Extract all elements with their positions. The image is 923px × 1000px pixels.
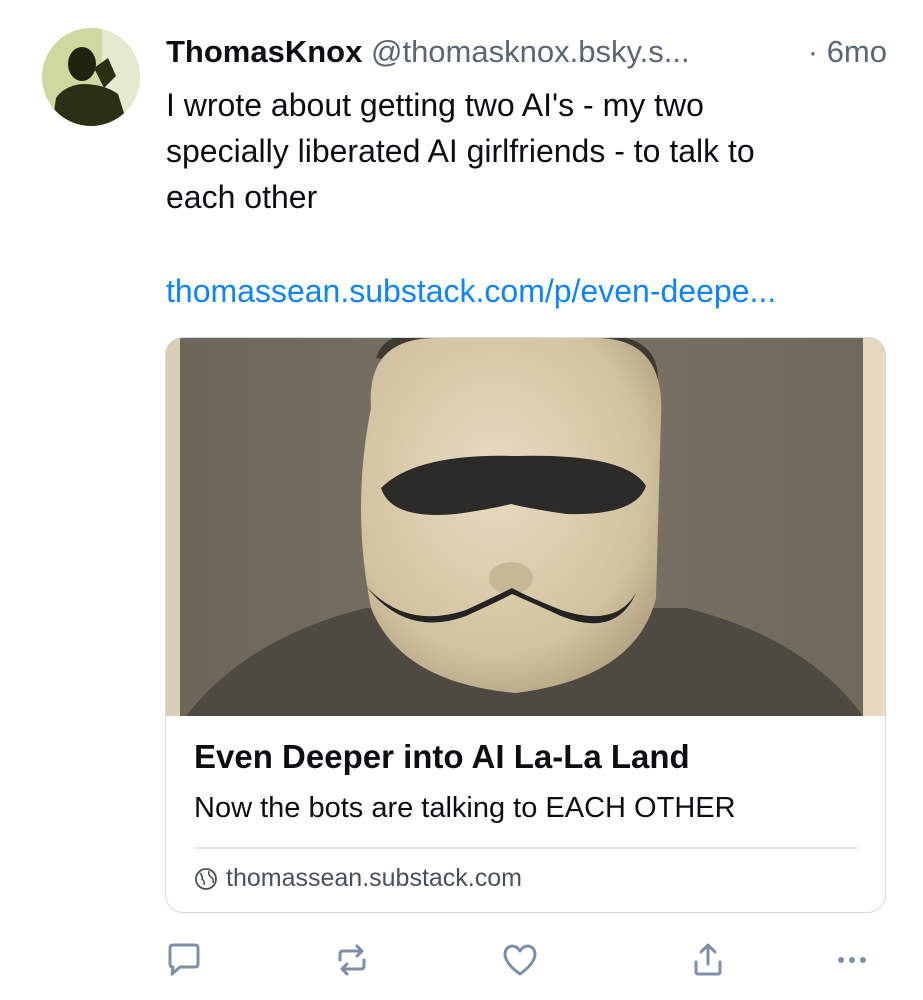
like-button[interactable] [496, 936, 544, 984]
time-separator: · [807, 34, 819, 69]
heart-icon [503, 944, 537, 976]
share-icon [694, 943, 722, 976]
card-domain: thomassean.substack.com [194, 864, 522, 893]
reply-button[interactable] [160, 936, 208, 984]
share-button[interactable] [684, 936, 732, 984]
repost-icon [338, 944, 366, 976]
time-value: 6mo [826, 34, 887, 69]
post-text-line: I wrote about getting two AI's - my two [166, 87, 704, 123]
card-title: Even Deeper into AI La-La Land [194, 738, 690, 775]
card-description: Now the bots are talking to EACH OTHER [194, 792, 736, 824]
post-link[interactable]: thomassean.substack.com/p/even-deepe... [166, 268, 776, 314]
reply-icon [168, 943, 200, 976]
card-divider [194, 847, 857, 849]
card-domain-text: thomassean.substack.com [226, 864, 522, 892]
post-header: ThomasKnox @thomasknox.bsky.s... · 6mo [166, 30, 893, 74]
repost-button[interactable] [328, 936, 376, 984]
avatar-silhouette [42, 28, 140, 126]
card-image [166, 338, 885, 716]
globe-icon [195, 867, 217, 890]
post-actions [160, 936, 890, 984]
post-time[interactable]: · 6mo [808, 30, 887, 74]
avatar[interactable] [42, 28, 140, 126]
more-button[interactable] [828, 936, 876, 984]
post-text-line: each other [166, 179, 318, 215]
post-text: I wrote about getting two AI's - my two … [166, 82, 886, 220]
more-icon [838, 957, 866, 963]
link-preview-card[interactable]: Even Deeper into AI La-La Land Now the b… [165, 337, 886, 913]
author-name[interactable]: ThomasKnox [166, 34, 362, 69]
post-text-line: specially liberated AI girlfriends - to … [166, 133, 755, 169]
author-handle[interactable]: @thomasknox.bsky.s... [371, 34, 690, 69]
